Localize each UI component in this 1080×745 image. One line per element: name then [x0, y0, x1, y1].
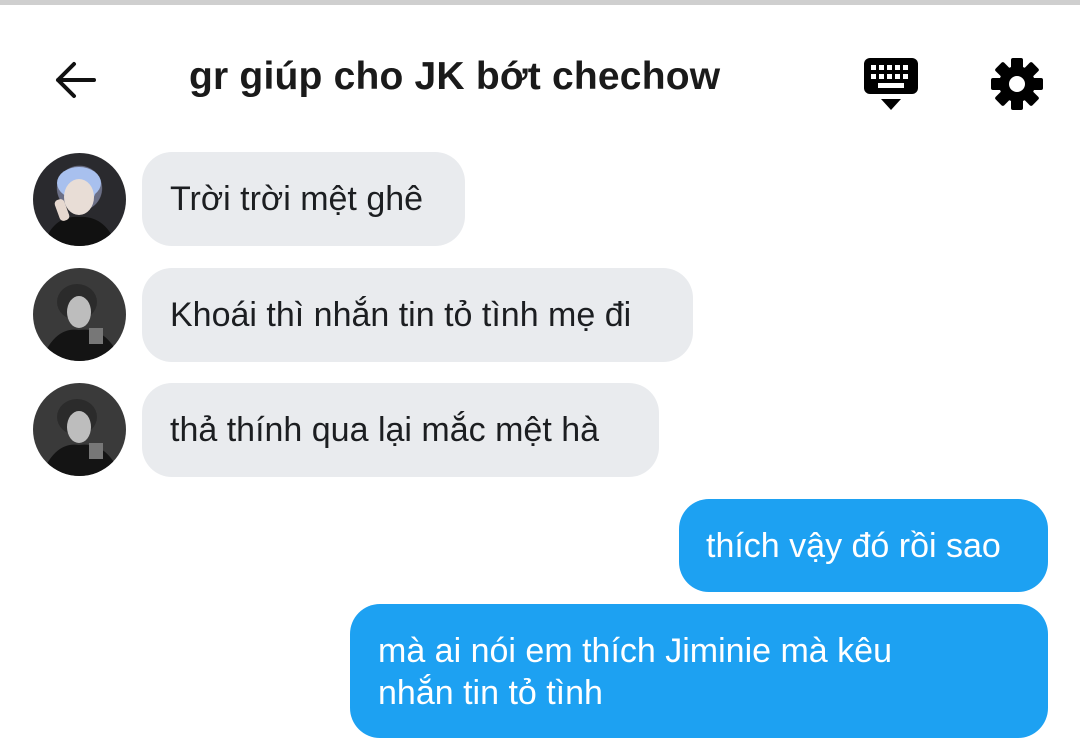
- arrow-left-icon: [56, 62, 96, 98]
- avatar[interactable]: [33, 383, 126, 476]
- message-text-line: nhắn tin tỏ tình: [378, 674, 603, 712]
- incoming-message-bubble[interactable]: thả thính qua lại mắc mệt hà: [142, 383, 659, 477]
- message-text: Trời trời mệt ghê: [170, 179, 424, 218]
- gear-icon: [991, 58, 1043, 110]
- message-text: thả thính qua lại mắc mệt hà: [170, 410, 600, 449]
- chat-header: gr giúp cho JK bớt chechow: [0, 5, 1080, 145]
- avatar-bw-icon: [41, 399, 121, 476]
- avatar-blue-hair-icon: [43, 167, 117, 246]
- message-text: thích vậy đó rồi sao: [706, 526, 1001, 565]
- incoming-message-bubble[interactable]: Trời trời mệt ghê: [142, 152, 465, 246]
- outgoing-message-bubble[interactable]: mà ai nói em thích Jiminie mà kêu nhắn t…: [350, 604, 1048, 738]
- avatar-bw-icon: [41, 284, 121, 361]
- chat-title: gr giúp cho JK bớt chechow: [189, 55, 721, 98]
- keyboard-icon: [864, 58, 918, 110]
- avatar[interactable]: [33, 153, 126, 246]
- avatar[interactable]: [33, 268, 126, 361]
- outgoing-message-bubble[interactable]: thích vậy đó rồi sao: [679, 499, 1048, 592]
- settings-button[interactable]: [988, 55, 1046, 113]
- keyboard-button[interactable]: [861, 55, 921, 113]
- message-text-line: mà ai nói em thích Jiminie mà kêu: [378, 632, 892, 670]
- incoming-message-bubble[interactable]: Khoái thì nhắn tin tỏ tình mẹ đi: [142, 268, 693, 362]
- message-text: Khoái thì nhắn tin tỏ tình mẹ đi: [170, 295, 632, 334]
- back-button[interactable]: [48, 53, 102, 107]
